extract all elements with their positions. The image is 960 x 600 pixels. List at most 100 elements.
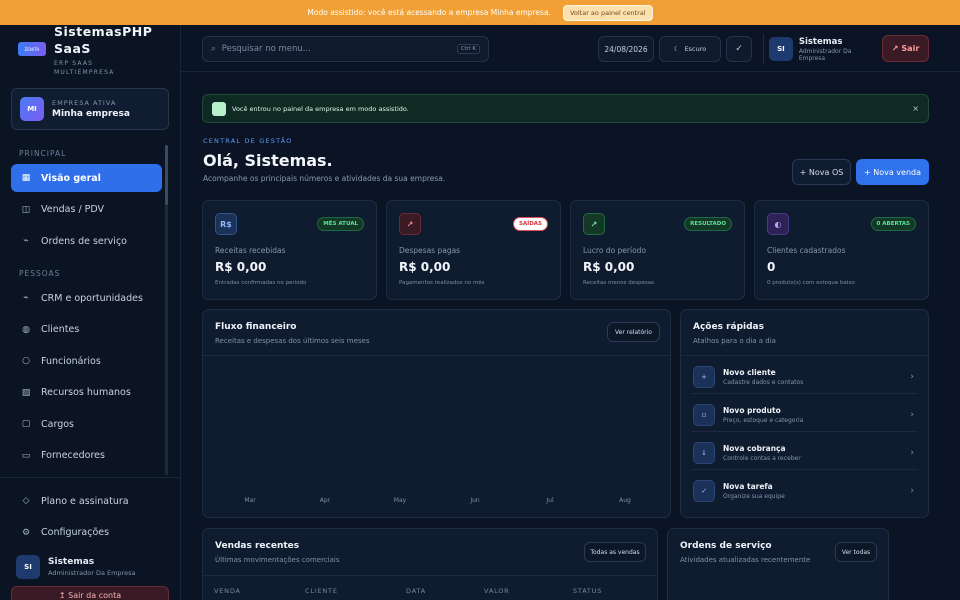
check-icon[interactable]: ✓ bbox=[726, 36, 752, 62]
quick-action-new-client[interactable]: + Novo cliente Cadastre dados e contatos … bbox=[691, 360, 918, 394]
sidebar-item-plano[interactable]: ◇ Plano e assinatura bbox=[11, 487, 162, 515]
status-badge: MÊS ATUAL bbox=[317, 217, 364, 231]
view-all-button[interactable]: Ver todas bbox=[835, 542, 877, 562]
sidebar-item-configuracoes[interactable]: ⚙ Configurações bbox=[11, 519, 162, 547]
sidebar-item-crm[interactable]: ⌁ CRM e oportunidades bbox=[11, 284, 162, 312]
active-company-card[interactable]: MI EMPRESA ATIVA Minha empresa bbox=[11, 88, 169, 130]
sidebar-item-ordens[interactable]: ⌁ Ordens de serviço bbox=[11, 227, 162, 255]
sidebar-user[interactable]: SI Sistemas Administrador Da Empresa bbox=[0, 554, 180, 579]
sidebar-item-label: Cargos bbox=[41, 418, 74, 430]
sidebar-item-rh[interactable]: ▧ Recursos humanos bbox=[11, 379, 162, 407]
sidebar: ZENITH SistemasPHP SaaS ERP SAAS MULTIEM… bbox=[0, 25, 181, 600]
theme-label: Escuro bbox=[684, 45, 707, 53]
table-header: CLIENTE bbox=[305, 587, 338, 595]
kpi-card-clientes: ◐ 0 ABERTAS Clientes cadastrados 0 0 pro… bbox=[754, 200, 929, 300]
panel-subtitle: Atalhos para o dia a dia bbox=[693, 337, 776, 345]
kpi-label: Receitas recebidas bbox=[215, 246, 286, 255]
new-os-button[interactable]: + Nova OS bbox=[792, 159, 851, 185]
download-icon: ↓ bbox=[693, 441, 715, 464]
user-icon: ○ bbox=[22, 356, 30, 366]
search-input[interactable]: ⌕ Pesquisar no menu... Ctrl K bbox=[202, 36, 489, 62]
sidebar-user-name: Sistemas bbox=[48, 556, 95, 567]
cashflow-panel: Fluxo financeiro Receitas e despesas dos… bbox=[202, 309, 671, 518]
section-principal: PRINCIPAL bbox=[19, 149, 67, 158]
quick-action-desc: Organize sua equipe bbox=[723, 493, 785, 500]
chevron-right-icon: › bbox=[910, 409, 914, 420]
panel-title: Vendas recentes bbox=[215, 541, 300, 551]
alert-text: Você entrou no painel da empresa em modo… bbox=[232, 104, 409, 113]
panel-title: Fluxo financeiro bbox=[215, 322, 297, 332]
quick-action-title: Nova cobrança bbox=[723, 443, 786, 453]
x-tick-label: Jul bbox=[546, 497, 554, 504]
sidebar-item-label: Funcionários bbox=[41, 355, 101, 367]
briefcase-icon: ▢ bbox=[21, 419, 31, 429]
quick-action-desc: Preço, estoque e categoria bbox=[723, 416, 804, 424]
search-icon: ⌕ bbox=[211, 44, 216, 54]
quick-action-desc: Controle contas a receber bbox=[723, 454, 801, 462]
chevron-right-icon: › bbox=[910, 486, 914, 496]
sidebar-item-visao-geral[interactable]: ▦ Visão geral bbox=[11, 164, 162, 192]
quick-action-new-product[interactable]: ▫ Novo produto Preço, estoque e categoria… bbox=[691, 398, 918, 432]
brand-logo: ZENITH bbox=[18, 42, 46, 56]
sidebar-item-label: Ordens de serviço bbox=[41, 235, 127, 247]
assisted-alert: Você entrou no painel da empresa em modo… bbox=[202, 94, 929, 123]
kpi-label: Lucro do período bbox=[583, 246, 647, 255]
sidebar-item-label: Vendas / PDV bbox=[41, 204, 105, 215]
close-icon[interactable]: × bbox=[912, 104, 919, 113]
gear-icon: ⚙ bbox=[21, 527, 31, 538]
sidebar-item-label: Visão geral bbox=[41, 172, 101, 184]
sidebar-scrollbar[interactable] bbox=[165, 145, 168, 475]
topbar: ⌕ Pesquisar no menu... Ctrl K 24/08/2026… bbox=[181, 25, 960, 72]
sidebar-item-label: Plano e assinatura bbox=[41, 495, 129, 507]
search-placeholder: Pesquisar no menu... bbox=[221, 44, 311, 54]
kpi-card-lucro: ↗ RESULTADO Lucro do período R$ 0,00 Rec… bbox=[570, 200, 745, 300]
new-sale-button[interactable]: + Nova venda bbox=[856, 159, 929, 185]
brand-name-line1: SistemasPHP bbox=[54, 25, 153, 39]
logout-icon: ↥ bbox=[58, 591, 69, 600]
search-shortcut: Ctrl K bbox=[456, 44, 480, 54]
all-sales-button[interactable]: Todas as vendas bbox=[584, 542, 646, 562]
sidebar-item-vendas[interactable]: ◫ Vendas / PDV bbox=[11, 196, 162, 224]
date-display[interactable]: 24/08/2026 bbox=[598, 36, 654, 62]
logout-label: Sair bbox=[901, 44, 920, 53]
sidebar-item-cargos[interactable]: ▢ Cargos bbox=[11, 410, 162, 438]
view-report-button[interactable]: Ver relatório bbox=[607, 322, 660, 342]
brand: ZENITH SistemasPHP SaaS ERP SAAS MULTIEM… bbox=[0, 25, 180, 80]
company-label: EMPRESA ATIVA bbox=[52, 99, 117, 107]
users-icon: ◍ bbox=[22, 324, 30, 335]
sidebar-bottom: ◇ Plano e assinatura ⚙ Configurações SI … bbox=[0, 477, 180, 579]
sidebar-item-clientes[interactable]: ◍ Clientes bbox=[11, 316, 162, 344]
divider bbox=[203, 355, 670, 356]
status-badge: 0 ABERTAS bbox=[870, 217, 916, 231]
info-icon bbox=[212, 101, 226, 116]
back-to-central-button[interactable]: Voltar ao painel central bbox=[562, 4, 653, 21]
sidebar-logout-button[interactable]: ↥ Sair da conta bbox=[11, 586, 169, 600]
moon-icon: ☾ bbox=[673, 45, 680, 53]
user-menu[interactable]: SI Sistemas Administrador Da Empresa bbox=[763, 34, 879, 64]
table-header: DATA bbox=[406, 587, 426, 595]
currency-icon: R$ bbox=[215, 213, 237, 235]
sidebar-item-label: CRM e oportunidades bbox=[41, 292, 143, 304]
status-badge: RESULTADO bbox=[684, 217, 732, 231]
quick-action-new-task[interactable]: ✓ Nova tarefa Organize sua equipe › bbox=[691, 474, 918, 508]
x-tick-label: Jun bbox=[470, 497, 480, 504]
quick-action-title: Novo cliente bbox=[723, 367, 776, 377]
logout-button[interactable]: ↗ Sair bbox=[882, 35, 929, 62]
plus-icon: + bbox=[693, 365, 715, 388]
sidebar-item-fornecedores[interactable]: ▭ Fornecedores bbox=[11, 442, 162, 470]
chevron-right-icon: › bbox=[910, 447, 914, 458]
service-orders-panel: Ordens de serviço Atividades atualizadas… bbox=[667, 528, 889, 600]
sidebar-user-role: Administrador Da Empresa bbox=[48, 568, 136, 577]
theme-toggle[interactable]: ☾ Escuro bbox=[659, 36, 721, 62]
sidebar-item-funcionarios[interactable]: ○ Funcionários bbox=[11, 347, 162, 375]
panel-title: Ações rápidas bbox=[693, 322, 764, 332]
kpi-label: Despesas pagas bbox=[399, 246, 461, 255]
quick-action-new-charge[interactable]: ↓ Nova cobrança Controle contas a receber… bbox=[691, 436, 918, 470]
divider bbox=[681, 355, 928, 356]
user-role: Administrador Da Empresa bbox=[798, 47, 852, 62]
table-header: VENDA bbox=[214, 587, 241, 595]
divider bbox=[203, 575, 658, 576]
kpi-label: Clientes cadastrados bbox=[767, 246, 846, 255]
table-header: VALOR bbox=[484, 587, 510, 595]
sidebar-logout-label: Sair da conta bbox=[68, 591, 122, 600]
